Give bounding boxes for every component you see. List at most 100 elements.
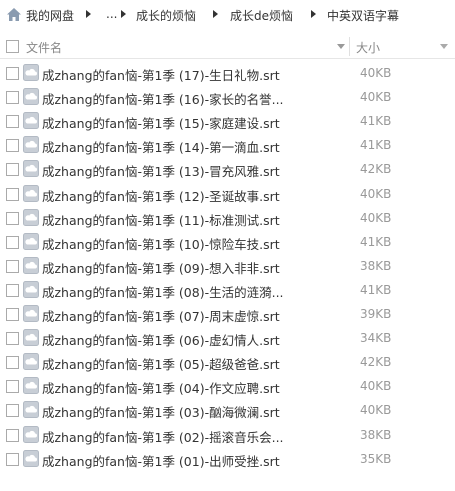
file-size: 39KB — [360, 307, 392, 321]
file-size: 40KB — [360, 379, 392, 394]
file-name[interactable]: 成zhang的fan恼-第1季 (01)-出师受挫.srt — [42, 451, 280, 470]
file-checkbox[interactable] — [6, 452, 19, 466]
file-row[interactable]: 成zhang的fan恼-第1季 (17)-生日礼物.srt 40KB — [0, 61, 455, 85]
file-size: 40KB — [360, 90, 392, 105]
file-size: 38KB — [360, 427, 392, 442]
cloud-file-icon — [23, 280, 39, 298]
file-checkbox[interactable] — [6, 283, 19, 297]
breadcrumb-item-folder-2[interactable]: 成长de烦恼 — [230, 7, 293, 24]
file-checkbox[interactable] — [6, 428, 19, 442]
column-header-size[interactable]: 大小 — [356, 39, 380, 56]
file-checkbox[interactable] — [6, 91, 19, 105]
cloud-file-icon — [23, 329, 39, 347]
file-checkbox[interactable] — [6, 308, 19, 321]
file-checkbox[interactable] — [6, 115, 19, 129]
cloud-file-icon — [23, 208, 39, 226]
file-row[interactable]: 成zhang的fan恼-第1季 (16)-家长的名誉... 40KB — [0, 85, 455, 109]
file-name[interactable]: 成zhang的fan恼-第1季 (05)-超级爸爸.srt — [42, 354, 280, 373]
breadcrumb-item-ellipsis[interactable]: ... — [106, 7, 117, 21]
select-all-checkbox[interactable] — [6, 40, 19, 53]
cloud-file-icon — [23, 425, 39, 443]
breadcrumb-separator-icon — [121, 10, 126, 18]
file-size: 40KB — [360, 210, 392, 225]
file-name[interactable]: 成zhang的fan恼-第1季 (11)-标准测试.srt — [42, 210, 280, 229]
file-list-header: 文件名 大小 — [0, 34, 455, 59]
cloud-file-icon — [23, 232, 39, 250]
cloud-file-icon — [23, 256, 39, 274]
cloud-file-icon — [23, 64, 39, 81]
file-name[interactable]: 成zhang的fan恼-第1季 (16)-家长的名誉... — [42, 89, 284, 108]
file-size: 42KB — [360, 355, 392, 370]
column-divider[interactable] — [349, 37, 350, 56]
file-size: 40KB — [360, 403, 392, 418]
file-checkbox[interactable] — [6, 187, 19, 201]
breadcrumb-separator-icon — [311, 10, 316, 18]
cloud-file-icon — [23, 136, 39, 154]
file-size: 40KB — [360, 66, 392, 80]
file-row[interactable]: 成zhang的fan恼-第1季 (04)-作文应聘.srt 40KB — [0, 374, 455, 398]
file-size: 34KB — [360, 331, 392, 346]
file-checkbox[interactable] — [6, 259, 19, 273]
file-size: 40KB — [360, 186, 392, 201]
column-header-name[interactable]: 文件名 — [26, 39, 62, 56]
cloud-file-icon — [23, 305, 39, 322]
breadcrumb-separator-icon — [86, 10, 91, 18]
file-row[interactable]: 成zhang的fan恼-第1季 (07)-周末虚惊.srt 39KB — [0, 302, 455, 326]
file-row[interactable]: 成zhang的fan恼-第1季 (13)-冒充风雅.srt 42KB — [0, 157, 455, 181]
file-name[interactable]: 成zhang的fan恼-第1季 (10)-惊险车技.srt — [42, 234, 280, 253]
file-checkbox[interactable] — [6, 235, 19, 249]
file-name[interactable]: 成zhang的fan恼-第1季 (04)-作文应聘.srt — [42, 378, 280, 397]
file-name[interactable]: 成zhang的fan恼-第1季 (12)-圣诞故事.srt — [42, 186, 280, 205]
cloud-file-icon — [23, 353, 39, 371]
file-row[interactable]: 成zhang的fan恼-第1季 (09)-想入非非.srt 38KB — [0, 254, 455, 278]
file-row[interactable]: 成zhang的fan恼-第1季 (12)-圣诞故事.srt 40KB — [0, 182, 455, 206]
file-checkbox[interactable] — [6, 67, 19, 80]
file-name[interactable]: 成zhang的fan恼-第1季 (03)-酗海微澜.srt — [42, 402, 280, 421]
file-name[interactable]: 成zhang的fan恼-第1季 (13)-冒充风雅.srt — [42, 161, 280, 180]
file-checkbox[interactable] — [6, 139, 19, 153]
file-name[interactable]: 成zhang的fan恼-第1季 (17)-生日礼物.srt — [42, 65, 280, 84]
file-name[interactable]: 成zhang的fan恼-第1季 (07)-周末虚惊.srt — [42, 306, 280, 325]
file-row[interactable]: 成zhang的fan恼-第1季 (14)-第一滴血.srt 41KB — [0, 133, 455, 157]
cloud-file-icon — [23, 160, 39, 178]
file-row[interactable]: 成zhang的fan恼-第1季 (03)-酗海微澜.srt 40KB — [0, 398, 455, 422]
breadcrumb: 我的网盘 ... 成长的烦恼 成长de烦恼 中英双语字幕 — [0, 0, 455, 30]
file-checkbox[interactable] — [6, 380, 19, 394]
file-size: 35KB — [360, 451, 392, 466]
file-row[interactable]: 成zhang的fan恼-第1季 (02)-摇滚音乐会... 38KB — [0, 423, 455, 447]
file-row[interactable]: 成zhang的fan恼-第1季 (10)-惊险车技.srt 41KB — [0, 230, 455, 254]
file-row[interactable]: 成zhang的fan恼-第1季 (05)-超级爸爸.srt 42KB — [0, 350, 455, 374]
breadcrumb-item-my-drive[interactable]: 我的网盘 — [26, 7, 74, 24]
file-name[interactable]: 成zhang的fan恼-第1季 (09)-想入非非.srt — [42, 258, 280, 277]
cloud-file-icon — [23, 88, 39, 106]
file-checkbox[interactable] — [6, 211, 19, 225]
file-checkbox[interactable] — [6, 404, 19, 418]
file-name[interactable]: 成zhang的fan恼-第1季 (15)-家庭建设.srt — [42, 113, 280, 132]
sort-arrow-icon[interactable] — [337, 44, 345, 49]
file-row[interactable]: 成zhang的fan恼-第1季 (08)-生活的涟漪... 41KB — [0, 278, 455, 302]
file-name[interactable]: 成zhang的fan恼-第1季 (08)-生活的涟漪... — [42, 282, 284, 301]
breadcrumb-item-folder-1[interactable]: 成长的烦恼 — [136, 7, 196, 24]
file-size: 38KB — [360, 258, 392, 273]
file-name[interactable]: 成zhang的fan恼-第1季 (02)-摇滚音乐会... — [42, 427, 284, 446]
file-checkbox[interactable] — [6, 163, 19, 177]
breadcrumb-separator-icon — [213, 10, 218, 18]
file-checkbox[interactable] — [6, 356, 19, 370]
file-row[interactable]: 成zhang的fan恼-第1季 (01)-出师受挫.srt 35KB — [0, 447, 455, 471]
file-row[interactable]: 成zhang的fan恼-第1季 (06)-虚幻情人.srt 34KB — [0, 326, 455, 350]
file-row[interactable]: 成zhang的fan恼-第1季 (11)-标准测试.srt 40KB — [0, 206, 455, 230]
cloud-file-icon — [23, 377, 39, 395]
file-row[interactable]: 成zhang的fan恼-第1季 (15)-家庭建设.srt 41KB — [0, 109, 455, 133]
file-size: 42KB — [360, 162, 392, 177]
home-icon[interactable] — [6, 7, 22, 22]
cloud-file-icon — [23, 184, 39, 202]
file-name[interactable]: 成zhang的fan恼-第1季 (06)-虚幻情人.srt — [42, 330, 280, 349]
breadcrumb-item-current[interactable]: 中英双语字幕 — [327, 7, 399, 24]
file-name[interactable]: 成zhang的fan恼-第1季 (14)-第一滴血.srt — [42, 137, 280, 156]
chevron-down-icon[interactable] — [440, 44, 448, 49]
file-checkbox[interactable] — [6, 332, 19, 346]
file-size: 41KB — [360, 234, 392, 249]
file-size: 41KB — [360, 138, 392, 153]
cloud-file-icon — [23, 449, 39, 467]
file-size: 41KB — [360, 282, 392, 297]
